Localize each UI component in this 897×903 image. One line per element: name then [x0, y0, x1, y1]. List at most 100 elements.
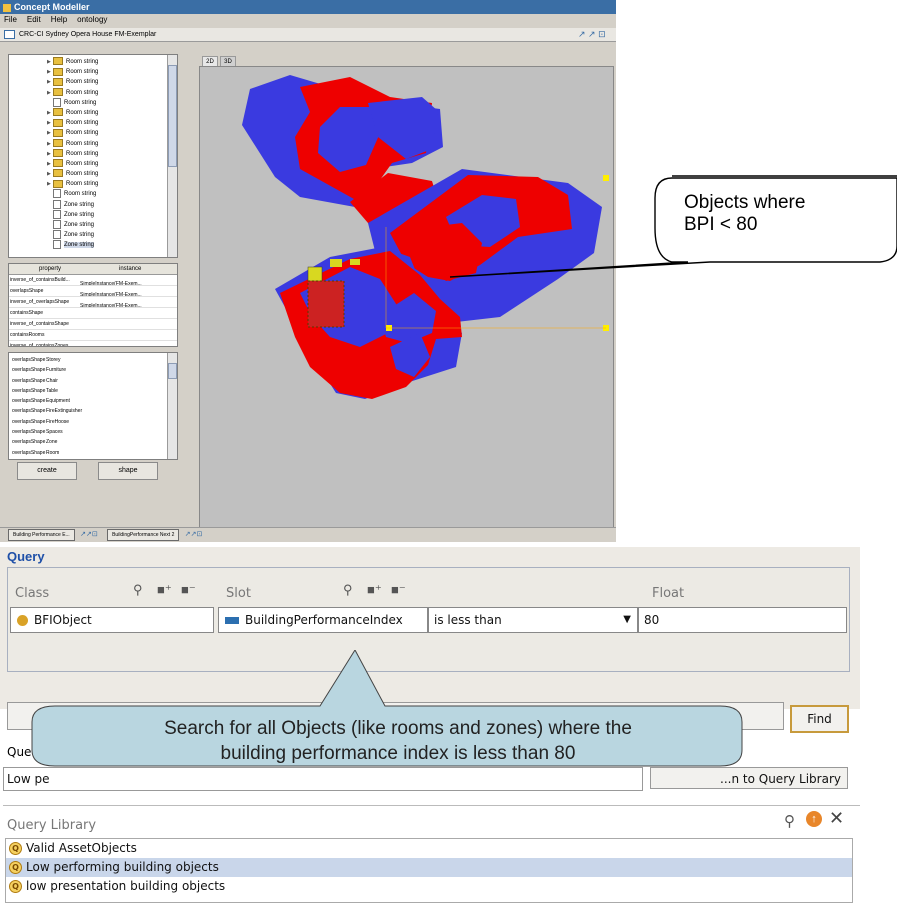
table-body: inverse_of_containsBuild...SimpleInstanc… [9, 275, 177, 346]
query-library-item[interactable]: Q Low performing building objects [6, 858, 852, 877]
tree-item[interactable]: Zone string [47, 209, 167, 220]
relation-list: overlapsShapeStorey overlapsShapeFurnitur… [8, 352, 178, 460]
query-library-item[interactable]: Q Valid AssetObjects [6, 839, 852, 858]
tree-item[interactable]: ▶ Room string [47, 87, 167, 98]
tree-item[interactable]: ▶ Room string [47, 179, 167, 189]
float-input[interactable]: 80 [638, 607, 847, 633]
window-controls[interactable]: ↗ ↗ ⊡ [578, 28, 606, 41]
tree-item[interactable]: ▶ Room string [47, 118, 167, 128]
table-row[interactable]: containsRooms [9, 330, 177, 341]
list-item[interactable]: overlapsShapeFurniture [9, 365, 177, 375]
slot-name: overlapsShape [12, 449, 46, 456]
folder-icon [53, 67, 63, 76]
folder-icon [53, 77, 63, 86]
folder-icon [53, 159, 63, 168]
list-item[interactable]: overlapsShapeFireExtinguisher [9, 406, 177, 416]
callout-top-text: Objects where BPI < 80 [684, 192, 805, 236]
query-library-item[interactable]: Qlow presentation building objects [6, 877, 852, 896]
query-title: Query [7, 549, 45, 564]
callout-top-line2: BPI < 80 [684, 214, 758, 235]
table-row[interactable]: inverse_of_containsShape [9, 319, 177, 330]
find-query-icon[interactable]: ⚲ [784, 812, 795, 830]
menu-help[interactable]: Help [51, 15, 67, 24]
close-icon[interactable]: ✕ [829, 808, 844, 829]
tree-item[interactable]: ▶ Room string [47, 138, 167, 149]
list-item[interactable]: overlapsShapeSpaces [9, 427, 177, 437]
tree-item[interactable]: ▶ Room string [47, 77, 167, 87]
table-row[interactable]: overlapsShapeSimpleInstance(FM-Exem... [9, 286, 177, 297]
tree-item-label: Room string [66, 109, 99, 116]
status-tab-1-controls[interactable]: ↗↗⊡ [80, 531, 98, 538]
highlight-object [330, 259, 342, 267]
query-library-item-label: Valid AssetObjects [26, 841, 137, 855]
tree-item-label: Room string [66, 140, 99, 147]
slot-name: overlapsShape [12, 418, 46, 425]
slot-name: overlapsShape [12, 387, 46, 394]
find-button[interactable]: Find [790, 705, 849, 733]
tree-item[interactable]: ▶ Room string [47, 108, 167, 118]
class-name: Table [46, 387, 58, 394]
tree-item[interactable]: ▶ Room string [47, 149, 167, 159]
add-slot-icon[interactable]: ■⁺ [367, 582, 382, 598]
find-slot-icon[interactable]: ⚲ [343, 582, 353, 598]
menu-ontology[interactable]: ontology [77, 15, 107, 24]
slot-name: overlapsShape [12, 367, 46, 374]
run-query-icon[interactable]: ↑ [806, 811, 822, 827]
tree-item-label: Room string [66, 150, 99, 157]
list-scroll-thumb[interactable] [168, 363, 177, 379]
remove-slot-icon[interactable]: ■⁻ [391, 582, 406, 598]
tree-item[interactable]: Zone string [47, 199, 167, 210]
class-field[interactable]: BFIObject [10, 607, 214, 633]
list-scrollbar[interactable] [167, 353, 177, 459]
find-class-icon[interactable]: ⚲ [133, 582, 143, 598]
tree-item[interactable]: ▶ Room string [47, 57, 167, 67]
status-tab-1[interactable]: Building Performance E... [8, 528, 75, 541]
status-tab-2[interactable]: BuildingPerformance Next 2 [107, 528, 180, 541]
remove-class-icon[interactable]: ■⁻ [181, 582, 196, 598]
list-item[interactable]: overlapsShapeEquipment [9, 396, 177, 406]
floorplan-canvas[interactable] [199, 66, 614, 528]
tree-item[interactable]: ▶ Room string [47, 159, 167, 169]
list-item[interactable]: overlapsShapeFireHoose [9, 417, 177, 427]
tree-item[interactable]: ▶ Room string [47, 67, 167, 77]
list-item[interactable]: overlapsShapeTable [9, 386, 177, 396]
list-item[interactable]: overlapsShapeRoom [9, 448, 177, 458]
tree-item[interactable]: ▶ Room string [47, 169, 167, 179]
tree-item[interactable]: Room string [47, 97, 167, 108]
list-item[interactable]: overlapsShapeChair [9, 376, 177, 386]
tree-scrollbar[interactable] [167, 55, 177, 257]
table-row[interactable]: inverse_of_overlapsShapeSimpleInstance(F… [9, 297, 177, 308]
status-tab-2-controls[interactable]: ↗↗⊡ [185, 531, 203, 538]
tree-item-label: Room string [66, 69, 99, 76]
tree-item[interactable]: Zone string [47, 220, 167, 230]
internal-frame-title: CRC-CI Sydney Opera House FM-Exemplar ↗ … [0, 28, 616, 42]
folder-icon [53, 118, 63, 127]
menu-file[interactable]: File [4, 15, 17, 24]
slot-name: overlapsShape [12, 398, 46, 405]
property-cell: containsRooms [10, 332, 45, 338]
class-name: Furniture [46, 367, 67, 374]
list-item[interactable]: overlapsShapeZone [9, 437, 177, 447]
callout-bottom-text: Search for all Objects (like rooms and z… [68, 716, 728, 766]
shape-button[interactable]: shape [98, 462, 158, 480]
slot-field[interactable]: BuildingPerformanceIndex [218, 607, 428, 633]
operator-select[interactable]: is less than ▼ [428, 607, 638, 633]
tree-scroll-thumb[interactable] [168, 65, 177, 167]
tree-item[interactable]: Zone string [47, 240, 167, 250]
tree-item[interactable]: ▶ Room string [47, 128, 167, 138]
query-library-item-label: Low performing building objects [26, 860, 219, 874]
slot-name: overlapsShape [12, 408, 46, 415]
table-row[interactable]: inverse_of_containsZones [9, 341, 177, 346]
tree-item[interactable]: Zone string [47, 230, 167, 240]
slot-header: Slot [226, 586, 251, 601]
dropdown-arrow-icon[interactable]: ▼ [623, 608, 631, 632]
menu-edit[interactable]: Edit [27, 15, 41, 24]
list-item[interactable]: overlapsShapeStorey [9, 355, 177, 365]
table-row[interactable]: inverse_of_containsBuild...SimpleInstanc… [9, 275, 177, 286]
callout-bottom-line2: building performance index is less than … [220, 743, 576, 764]
query-library-title: Query Library [7, 818, 97, 833]
table-row[interactable]: containsShape [9, 308, 177, 319]
add-class-icon[interactable]: ■⁺ [157, 582, 172, 598]
create-button[interactable]: create [17, 462, 77, 480]
tree-item[interactable]: Room string [47, 189, 167, 199]
